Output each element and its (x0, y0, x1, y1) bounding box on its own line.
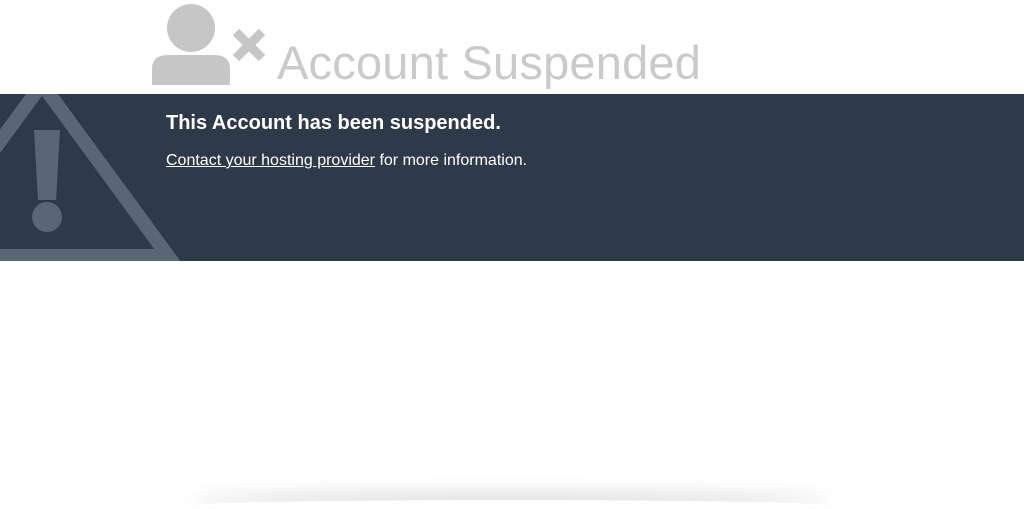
warning-icon (0, 94, 180, 261)
page-header: Account Suspended (0, 0, 1024, 94)
user-remove-icon (152, 4, 266, 85)
banner-content: This Account has been suspended. Contact… (166, 111, 527, 171)
page-title: Account Suspended (277, 36, 702, 89)
suspension-banner: This Account has been suspended. Contact… (0, 94, 1024, 261)
suspended-page: Account Suspended This Account has been … (0, 0, 1024, 509)
info-suffix: for more information. (375, 152, 528, 169)
contact-hosting-link[interactable]: Contact your hosting provider (166, 152, 375, 169)
info-text: Contact your hosting provider for more i… (166, 151, 527, 171)
suspension-heading: This Account has been suspended. (166, 112, 501, 134)
footer-shadow (190, 500, 830, 509)
